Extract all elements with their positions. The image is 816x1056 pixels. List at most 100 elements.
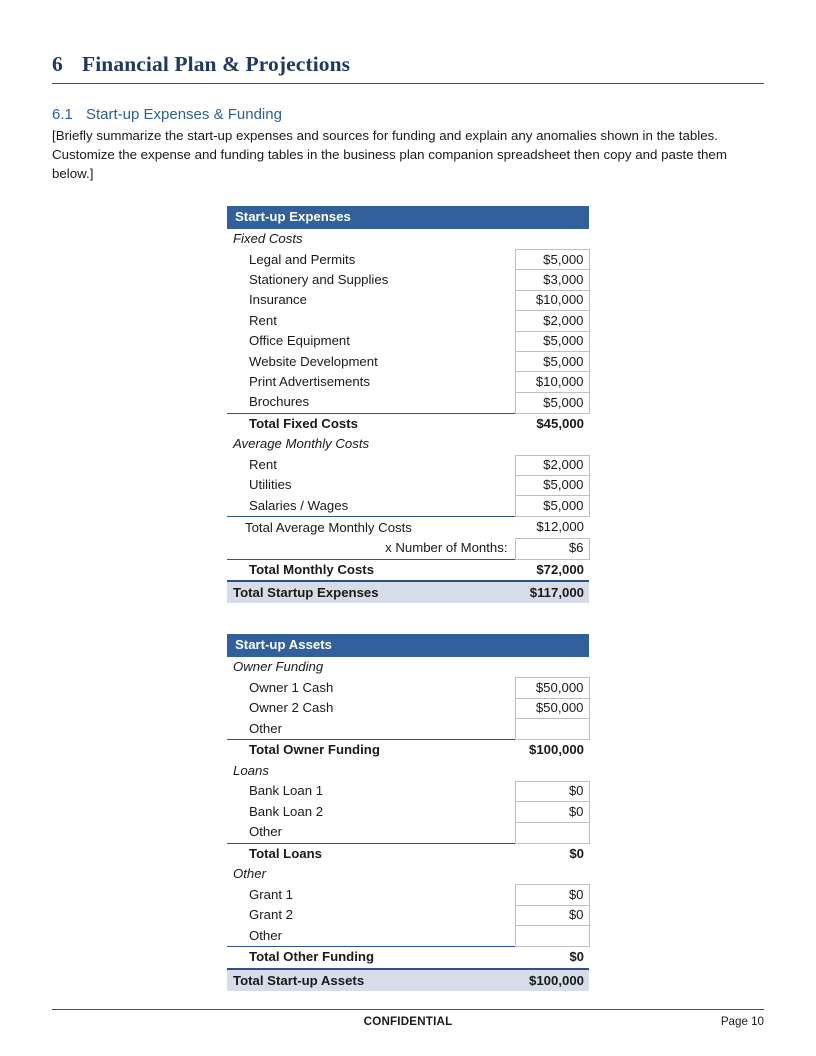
table-row: Bank Loan 1 $0 — [227, 780, 590, 803]
table-row: Bank Loan 2 $0 — [227, 801, 590, 823]
table-header-label: Start-up Expenses — [227, 205, 590, 229]
subtotal-value: $0 — [515, 842, 590, 865]
section-label: Average Monthly Costs — [233, 436, 370, 452]
section-row-loans: Loans — [227, 761, 589, 782]
row-label: Brochures — [249, 394, 310, 410]
table-row: Owner 1 Cash $50,000 — [227, 677, 590, 699]
grand-total-value: $117,000 — [515, 580, 590, 604]
heading-2-title: Start-up Expenses & Funding — [86, 106, 282, 123]
table-row: Other — [227, 925, 590, 948]
row-value[interactable]: $0 — [514, 780, 590, 803]
section-row-average-monthly-costs: Average Monthly Costs — [227, 434, 589, 455]
plain-subtotal-label: Total Average Monthly Costs — [227, 516, 515, 539]
row-value[interactable]: $5,000 — [514, 495, 590, 518]
subtotal-row: Total Owner Funding $100,000 — [227, 739, 590, 761]
row-label: Legal and Permits — [249, 251, 356, 267]
row-label: Other — [249, 927, 282, 943]
page-title: 6 Financial Plan & Projections — [52, 0, 764, 84]
subtotal-row: Total Other Funding $0 — [227, 946, 590, 969]
grand-total-value: $100,000 — [515, 967, 590, 991]
table-row: Salaries / Wages $5,000 — [227, 495, 590, 518]
table-row: Print Advertisements $10,000 — [227, 371, 590, 393]
document-page: 6 Financial Plan & Projections 6.1 Start-u… — [0, 0, 816, 1056]
row-value[interactable]: $2,000 — [514, 454, 590, 476]
body-paragraph: [Briefly summarize the start-up expenses… — [52, 128, 727, 182]
row-value[interactable] — [514, 925, 590, 948]
row-value[interactable]: $0 — [514, 904, 590, 927]
row-value[interactable]: $10,000 — [514, 289, 590, 312]
row-label: Website Development — [249, 353, 378, 369]
table-row: Rent $2,000 — [227, 310, 590, 332]
subtotal-value: $100,000 — [515, 739, 590, 761]
row-label: Salaries / Wages — [249, 497, 349, 513]
table-row: Insurance $10,000 — [227, 289, 590, 312]
row-label: Owner 1 Cash — [249, 679, 334, 695]
row-label: Rent — [249, 457, 277, 473]
heading-1-number: 6 — [52, 52, 63, 76]
table-row: Office Equipment $5,000 — [227, 330, 590, 353]
row-value[interactable]: $5,000 — [514, 351, 590, 373]
row-value[interactable]: $0 — [514, 801, 590, 823]
row-value[interactable]: $5,000 — [514, 391, 590, 414]
row-label: Grant 1 — [249, 886, 293, 902]
heading-2: 6.1 Start-up Expenses & Funding — [52, 106, 764, 123]
row-value[interactable] — [514, 821, 590, 844]
row-label: Grant 2 — [249, 907, 293, 923]
row-value[interactable]: $5,000 — [514, 249, 590, 271]
table-header-row: Start-up Expenses — [227, 205, 590, 229]
heading-2-number: 6.1 — [52, 106, 73, 123]
table-header-label: Start-up Assets — [227, 634, 590, 658]
row-label: Owner 2 Cash — [249, 700, 334, 716]
section-label: Fixed Costs — [233, 230, 303, 246]
subtotal-label: Total Other Funding — [227, 946, 515, 969]
subtotal-row: Total Loans $0 — [227, 842, 590, 865]
row-label: Print Advertisements — [249, 373, 370, 389]
multiplier-row: x Number of Months: $6 — [227, 537, 590, 560]
grand-total-row: Total Startup Expenses $117,000 — [227, 580, 590, 604]
row-label: Bank Loan 2 — [249, 803, 324, 819]
section-label: Owner Funding — [233, 659, 324, 675]
table-row: Grant 1 $0 — [227, 884, 590, 906]
table-row: Brochures $5,000 — [227, 391, 590, 414]
subtotal-label: Total Loans — [227, 842, 515, 865]
section-row-fixed-costs: Fixed Costs — [227, 229, 589, 250]
subtotal-value: $0 — [515, 946, 590, 969]
section-label: Other — [233, 866, 266, 882]
table-row: Utilities $5,000 — [227, 474, 590, 497]
section-heading: 6.1 Start-up Expenses & Funding — [52, 106, 764, 123]
page-footer: CONFIDENTIAL Page 10 — [52, 1009, 764, 1028]
row-value[interactable]: $50,000 — [514, 677, 590, 699]
row-value[interactable] — [514, 718, 590, 741]
section-row-owner-funding: Owner Funding — [227, 657, 589, 678]
heading-1-title: Financial Plan & Projections — [82, 52, 351, 76]
row-label: Utilities — [249, 477, 292, 493]
heading-1: 6 Financial Plan & Projections — [52, 52, 764, 77]
row-label: Rent — [249, 312, 277, 328]
row-value[interactable]: $3,000 — [514, 269, 590, 291]
row-value[interactable]: $50,000 — [514, 697, 590, 720]
table-row: Legal and Permits $5,000 — [227, 249, 590, 271]
table-header-row: Start-up Assets — [227, 634, 590, 658]
subtotal-label: Total Monthly Costs — [227, 558, 515, 582]
row-value[interactable]: $2,000 — [514, 310, 590, 332]
subtotal-label: Total Fixed Costs — [227, 412, 515, 435]
row-value[interactable]: $10,000 — [514, 371, 590, 393]
grand-total-label: Total Startup Expenses — [227, 580, 515, 604]
subtotal-value: $45,000 — [515, 412, 590, 435]
multiplier-label: x Number of Months: — [385, 540, 508, 556]
row-value[interactable]: $5,000 — [514, 330, 590, 353]
row-label: Office Equipment — [249, 333, 350, 349]
row-label: Stationery and Supplies — [249, 271, 389, 287]
grand-total-label: Total Start-up Assets — [227, 967, 515, 991]
row-value[interactable]: $5,000 — [514, 474, 590, 497]
startup-expenses-table: Start-up Expenses Fixed Costs Legal and … — [227, 205, 590, 604]
subtotal-row: Total Monthly Costs $72,000 — [227, 558, 590, 582]
grand-total-row: Total Start-up Assets $100,000 — [227, 967, 590, 991]
section-label: Loans — [233, 762, 269, 778]
table-row: Grant 2 $0 — [227, 904, 590, 927]
plain-subtotal-row: Total Average Monthly Costs $12,000 — [227, 516, 590, 539]
row-value[interactable]: $0 — [514, 884, 590, 906]
multiplier-value[interactable]: $6 — [514, 537, 590, 560]
table-row: Other — [227, 821, 590, 844]
subtotal-value: $72,000 — [515, 558, 590, 582]
